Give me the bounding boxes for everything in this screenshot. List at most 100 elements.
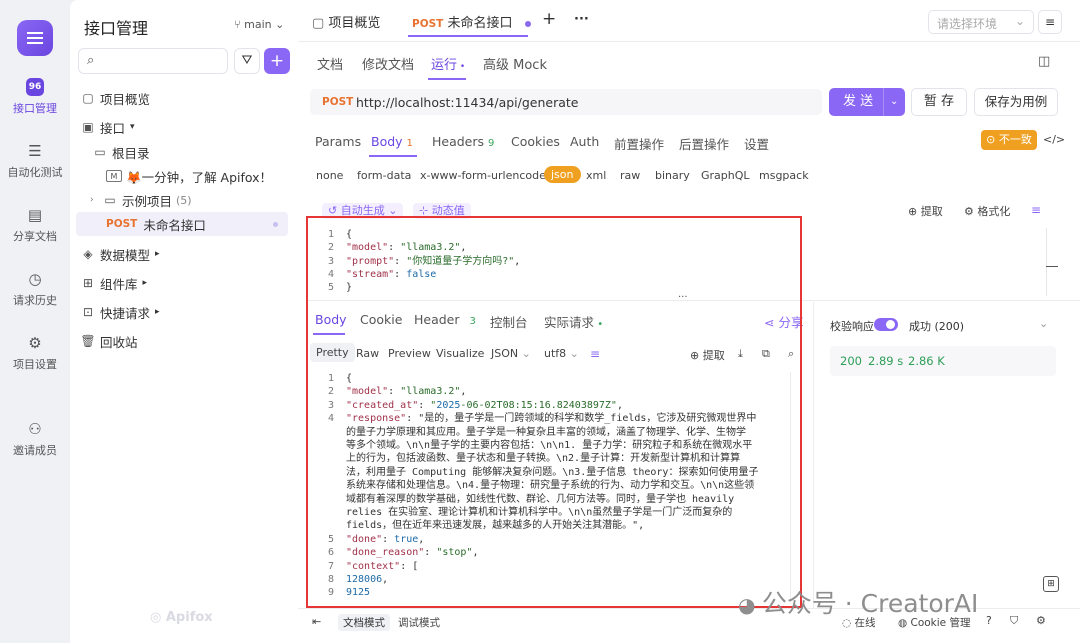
subtab-indicator [428, 78, 466, 80]
tree-item-components[interactable]: ⊞ 组件库 ▸ [80, 271, 288, 295]
shirt-icon[interactable]: ⛉ [1010, 614, 1018, 628]
chevron-down-icon: ⌄ [271, 18, 285, 31]
tab-label: Body [371, 134, 403, 149]
branch-name: main [244, 18, 272, 31]
tab-overview[interactable]: ▢ 项目概览 [312, 12, 380, 31]
tree-item-api[interactable]: ▣ 接口 ▾ [80, 115, 288, 139]
chevron-down-icon: ⌄ [1039, 317, 1049, 330]
tree-label: 🦊一分钟，了解 Apifox！ [126, 169, 273, 185]
plus-icon: + [269, 51, 285, 71]
tab-post-ops[interactable]: 后置操作 [679, 134, 729, 153]
layout-toggle-button[interactable]: ◫ [1038, 54, 1050, 69]
gear-icon: ⚙ [28, 334, 42, 352]
trash-icon: 🗑 [80, 334, 96, 348]
status-select[interactable]: 成功 (200) [909, 318, 964, 334]
verify-toggle[interactable] [874, 318, 898, 331]
collapse-icon[interactable]: ⇤ [312, 615, 321, 628]
subtab-mock[interactable]: 高级 Mock [483, 54, 547, 73]
branch-selector[interactable]: ⑂ main ⌄ [234, 18, 284, 31]
tree-label: 数据模型 [100, 247, 151, 263]
extract-button[interactable]: ⊕ 提取 [908, 203, 943, 219]
body-type-graphql[interactable]: GraphQL [701, 169, 750, 182]
response-size: 2.86 K [908, 354, 945, 368]
watermark: ◕ 公众号 · CreatorAI [738, 584, 978, 620]
tree-item-models[interactable]: ◈ 数据模型 ▸ [80, 242, 288, 266]
body-type-form-data[interactable]: form-data [357, 169, 411, 182]
tree-item-post-unnamed[interactable]: POST 未命名接口 [76, 212, 288, 236]
doc-mode-toggle[interactable]: 文档模式 [338, 614, 390, 631]
tab-unnamed-api[interactable]: POST 未命名接口 [412, 12, 531, 31]
add-button[interactable]: + [264, 48, 290, 74]
branch-icon: ⑂ [234, 18, 245, 31]
wrap-toggle[interactable]: ≡ [1031, 203, 1041, 217]
body-type-none[interactable]: none [316, 169, 343, 182]
send-button[interactable]: 发 送 ⌄ [829, 88, 905, 116]
env-select[interactable]: 请选择环境 ⌄ [928, 10, 1034, 34]
method-select[interactable]: POST [322, 96, 353, 108]
filter-button[interactable]: ⛛ [234, 48, 260, 74]
tab-label: 未命名接口 [447, 16, 513, 31]
unsaved-dot [273, 221, 278, 227]
watermark-text: 公众号 · CreatorAI [761, 589, 979, 618]
caret-right-icon: ▸ [155, 307, 160, 317]
tree-label: 根目录 [112, 145, 150, 161]
sidebar: 接口管理 ⑂ main ⌄ ⌕ ⛛ + ▢ 项目概览 ▣ 接口 ▾ ▭ 根目录 M 🦊一分… [70, 0, 298, 643]
tab-params[interactable]: Params [315, 134, 361, 149]
tree-item-root[interactable]: ▭ 根目录 [92, 140, 300, 164]
app-logo[interactable] [17, 20, 53, 56]
rail-item-share-doc[interactable]: ▤ 分享文档 [0, 206, 70, 244]
settings-icon[interactable]: ⚙ [1036, 614, 1046, 627]
menu-button[interactable]: ≡ [1038, 10, 1062, 34]
url-input[interactable]: http://localhost:11434/api/generate [356, 95, 579, 110]
body-type-json[interactable]: json [544, 166, 581, 183]
subtab-edit-doc[interactable]: 修改文档 [362, 54, 414, 73]
rail-item-settings[interactable]: ⚙ 项目设置 [0, 334, 70, 372]
panel-toggle-button[interactable]: ⊞ [1043, 576, 1059, 592]
rail-item-invite[interactable]: ⚇ 邀请成员 [0, 420, 70, 458]
tab-cookies[interactable]: Cookies [511, 134, 560, 149]
tab-pre-ops[interactable]: 前置操作 [614, 134, 664, 153]
tree-item-examples[interactable]: › ▭ 示例项目 (5) [90, 188, 286, 212]
status-code: 200 [840, 354, 862, 368]
rail-item-api[interactable]: 96 接口管理 [0, 78, 70, 116]
body-type-urlencoded[interactable]: x-www-form-urlencoded [420, 169, 553, 182]
body-type-raw[interactable]: raw [620, 169, 640, 182]
body-type-binary[interactable]: binary [655, 169, 690, 182]
tree-label: 接口 [100, 120, 126, 136]
send-label: 发 送 [843, 94, 874, 109]
format-button[interactable]: ⚙ 格式化 [964, 203, 1010, 219]
tab-body[interactable]: Body 1 [371, 134, 413, 149]
tree-item-overview[interactable]: ▢ 项目概览 [80, 86, 288, 110]
tree-item-quick[interactable]: ⊡ 快捷请求 ▸ [80, 300, 288, 324]
tree-item-trash[interactable]: 🗑 回收站 [80, 329, 288, 353]
search-input[interactable]: ⌕ [78, 48, 228, 74]
help-icon[interactable]: ? [986, 614, 992, 627]
extract-icon: ⊕ [908, 205, 921, 218]
url-bar[interactable]: POST http://localhost:11434/api/generate [310, 89, 822, 115]
tree-item-intro[interactable]: M 🦊一分钟，了解 Apifox！ [106, 164, 286, 188]
code-icon[interactable]: </> [1043, 133, 1065, 146]
mismatch-badge[interactable]: ⊙ 不一致 [981, 130, 1037, 150]
rail-item-label: 自动化测试 [7, 166, 63, 179]
subtab-doc[interactable]: 文档 [317, 54, 343, 73]
rail-item-history[interactable]: ◷ 请求历史 [0, 270, 70, 308]
footer-logo-text: Apifox [165, 610, 213, 625]
body-type-msgpack[interactable]: msgpack [759, 169, 809, 182]
rail-item-autotest[interactable]: ☰ 自动化测试 [0, 142, 70, 180]
body-type-xml[interactable]: xml [586, 169, 606, 182]
tab-headers[interactable]: Headers 9 [432, 134, 494, 149]
debug-mode-toggle[interactable]: 调试模式 [398, 615, 440, 630]
tree-label: 回收站 [100, 334, 138, 350]
menu-icon: ≡ [1044, 15, 1056, 29]
overview-icon: ▢ [82, 91, 94, 105]
tab-settings[interactable]: 设置 [744, 134, 769, 153]
new-tab-button[interactable]: + [542, 9, 556, 29]
tab-auth[interactable]: Auth [570, 134, 599, 149]
more-tabs-button[interactable]: ··· [574, 12, 589, 27]
save-as-case-button[interactable]: 保存为用例 [974, 88, 1058, 116]
apifox-icon: ◎ [150, 610, 166, 625]
unsaved-dot [524, 20, 531, 27]
panel-icon: ◫ [1038, 54, 1051, 69]
subtab-run[interactable]: 运行 • [431, 54, 465, 73]
save-button[interactable]: 暂 存 [911, 88, 967, 116]
